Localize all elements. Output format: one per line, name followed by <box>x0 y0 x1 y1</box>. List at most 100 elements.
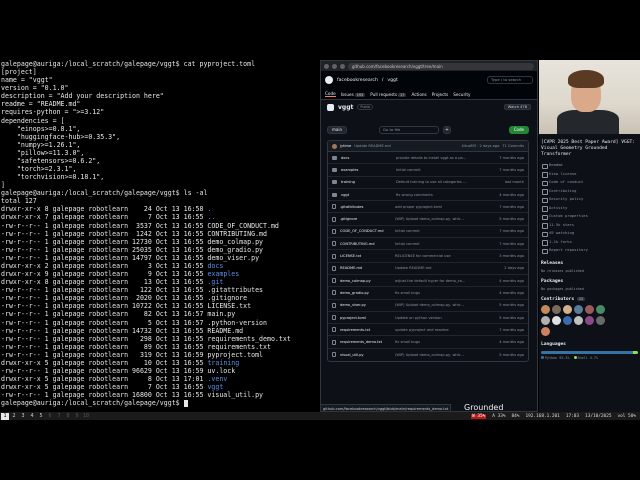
commit-message[interactable]: adjust the default hyper for demo_co… <box>395 279 495 283</box>
contributor-avatar[interactable] <box>541 315 550 325</box>
table-row[interactable]: demo_colmap.py adjust the default hyper f… <box>328 275 528 288</box>
about-link[interactable]: Report repository <box>541 246 638 255</box>
file-name[interactable]: requirements_demo.txt <box>340 340 395 344</box>
table-row[interactable]: requirements.txt update pyproject and rea… <box>328 324 528 337</box>
commit-message[interactable]: Initial commit <box>396 168 496 172</box>
workspace-button[interactable]: 2 <box>10 413 18 420</box>
file-name[interactable]: .gitattributes <box>340 205 395 209</box>
packages-heading[interactable]: Packages <box>541 279 638 284</box>
file-name[interactable]: README.md <box>340 266 395 270</box>
add-file-button[interactable]: + <box>443 126 451 134</box>
reload-icon[interactable] <box>340 63 345 69</box>
terminal-window[interactable]: galepage@auriga:/local_scratch/galepage/… <box>0 60 320 410</box>
commit-message[interactable]: (WIP) Upload demo_colmap.py, whic… <box>395 353 495 357</box>
commit-message[interactable]: (WIP) Upload demo_colmap.py, whic… <box>395 217 495 221</box>
file-name[interactable]: demo_colmap.py <box>340 279 395 283</box>
commit-message[interactable]: provide details to install vggt as a pa… <box>396 156 496 160</box>
about-link[interactable]: Contributing <box>541 187 638 196</box>
table-row[interactable]: CONTRIBUTING.md Initial commit 7 months ag… <box>328 238 528 251</box>
about-link[interactable]: Custom properties <box>541 212 638 221</box>
commit-message[interactable]: fix small bugs <box>395 291 495 295</box>
workspace-button[interactable]: 8 <box>64 413 72 420</box>
file-name[interactable]: pyproject.toml <box>340 316 395 320</box>
file-name[interactable]: training <box>341 180 396 184</box>
file-name[interactable]: demo_gradio.py <box>340 291 395 295</box>
breadcrumb-owner[interactable]: facebookresearch <box>337 78 378 83</box>
table-row[interactable]: .gitattributes add proper pyproject.toml 7… <box>328 201 528 214</box>
tab-security[interactable]: Security <box>453 92 470 97</box>
commit-message[interactable]: Update README.md <box>395 266 495 270</box>
table-row[interactable]: vggt fix wrong comments 4 months ago <box>328 189 528 202</box>
contributor-avatar[interactable] <box>552 304 561 314</box>
forward-icon[interactable] <box>332 63 337 69</box>
workspace-button[interactable]: 6 <box>46 413 54 420</box>
about-link[interactable]: View license <box>541 170 638 179</box>
commit-message[interactable]: Initial commit <box>395 242 495 246</box>
table-row[interactable]: examples Initial commit 7 months ago <box>328 164 528 177</box>
about-link[interactable]: Security policy <box>541 195 638 204</box>
workspace-button[interactable]: 5 <box>37 413 45 420</box>
table-row[interactable]: pyproject.toml Update on python version 5 … <box>328 312 528 325</box>
file-name[interactable]: docs <box>341 156 396 160</box>
workspace-button[interactable]: 4 <box>28 413 36 420</box>
contributor-avatar[interactable] <box>574 315 583 325</box>
tab-issues[interactable]: Issues 193 <box>341 92 366 97</box>
repo-name[interactable]: vggt <box>338 104 353 111</box>
file-name[interactable]: .gitignore <box>340 217 395 221</box>
table-row[interactable]: requirements_demo.txt fix small bugs 4 mon… <box>328 336 528 349</box>
table-row[interactable]: README.md Update README.md 2 days ago <box>328 263 528 275</box>
about-link[interactable]: 1.1k forks <box>541 238 638 247</box>
table-row[interactable]: training Default training to use all cate… <box>328 177 528 189</box>
file-name[interactable]: visual_util.py <box>340 353 395 357</box>
contributor-avatar[interactable] <box>574 304 583 314</box>
file-name[interactable]: LICENSE.txt <box>340 254 395 258</box>
table-row[interactable]: demo_viser.py (WIP) Upload demo_colmap.py… <box>328 300 528 312</box>
commit-message[interactable]: (WIP) Upload demo_colmap.py, whic… <box>395 303 495 307</box>
about-link[interactable]: 49 watching <box>541 229 638 238</box>
branch-select[interactable]: main <box>327 126 347 134</box>
workspace-button[interactable]: 10 <box>82 413 90 420</box>
file-name[interactable]: CODE_OF_CONDUCT.md <box>340 229 395 233</box>
workspace-button[interactable]: 3 <box>19 413 27 420</box>
commit-message[interactable]: fix wrong comments <box>396 193 496 197</box>
file-name[interactable]: vggt <box>341 193 396 197</box>
commit-message[interactable]: Update README.md <box>354 144 390 148</box>
commit-message[interactable]: add proper pyproject.toml <box>395 205 495 209</box>
tab-pull-requests[interactable]: Pull requests 17 <box>370 92 407 97</box>
contributor-avatar[interactable] <box>585 315 594 325</box>
contributor-avatar[interactable] <box>563 304 572 314</box>
commit-message[interactable]: Default training to use all categories … <box>396 180 496 184</box>
contributor-avatar[interactable] <box>552 315 561 325</box>
code-button[interactable]: Code <box>508 126 529 134</box>
contributor-avatar[interactable] <box>563 315 572 325</box>
commit-message[interactable]: Initial commit <box>395 229 495 233</box>
contributor-avatar[interactable] <box>596 304 605 314</box>
commit-message[interactable]: update pyproject and readme <box>395 328 495 332</box>
commit-message[interactable]: RELICENSE for commercial use <box>395 254 495 258</box>
table-row[interactable]: .gitignore (WIP) Upload demo_colmap.py, w… <box>328 213 528 226</box>
file-name[interactable]: CONTRIBUTING.md <box>340 242 395 246</box>
contributor-avatar[interactable] <box>541 304 550 314</box>
table-row[interactable]: LICENSE.txt RELICENSE for commercial use 3… <box>328 250 528 263</box>
watch-button[interactable]: Watch 478 <box>503 104 531 110</box>
commit-count[interactable]: 71 Commits <box>502 144 524 148</box>
address-bar[interactable]: github.com/facebookresearch/vggt/tree/ma… <box>348 62 534 70</box>
workspace-button[interactable]: 7 <box>55 413 63 420</box>
commit-message[interactable]: fix small bugs <box>395 340 495 344</box>
table-row[interactable]: visual_util.py (WIP) Upload demo_colmap.p… <box>328 349 528 361</box>
file-name[interactable]: examples <box>341 168 396 172</box>
tab-code[interactable]: Code <box>325 91 336 97</box>
contributor-avatar[interactable] <box>585 304 594 314</box>
about-link[interactable]: 11.5k stars <box>541 221 638 230</box>
github-logo-icon[interactable] <box>325 76 333 84</box>
about-link[interactable]: Readme <box>541 161 638 170</box>
workspace-button[interactable]: 9 <box>73 413 81 420</box>
tab-actions[interactable]: Actions <box>411 92 426 97</box>
commit-hash[interactable]: 44ca8f5 · 2 days ago <box>462 144 500 148</box>
table-row[interactable]: CODE_OF_CONDUCT.md Initial commit 7 months… <box>328 226 528 239</box>
file-name[interactable]: requirements.txt <box>340 328 395 332</box>
contributor-avatar[interactable] <box>596 315 605 325</box>
search-input[interactable]: Type / to search <box>487 76 533 84</box>
contributors-heading[interactable]: Contributors 13 <box>541 296 638 302</box>
workspace-button[interactable]: 1 <box>1 412 9 420</box>
